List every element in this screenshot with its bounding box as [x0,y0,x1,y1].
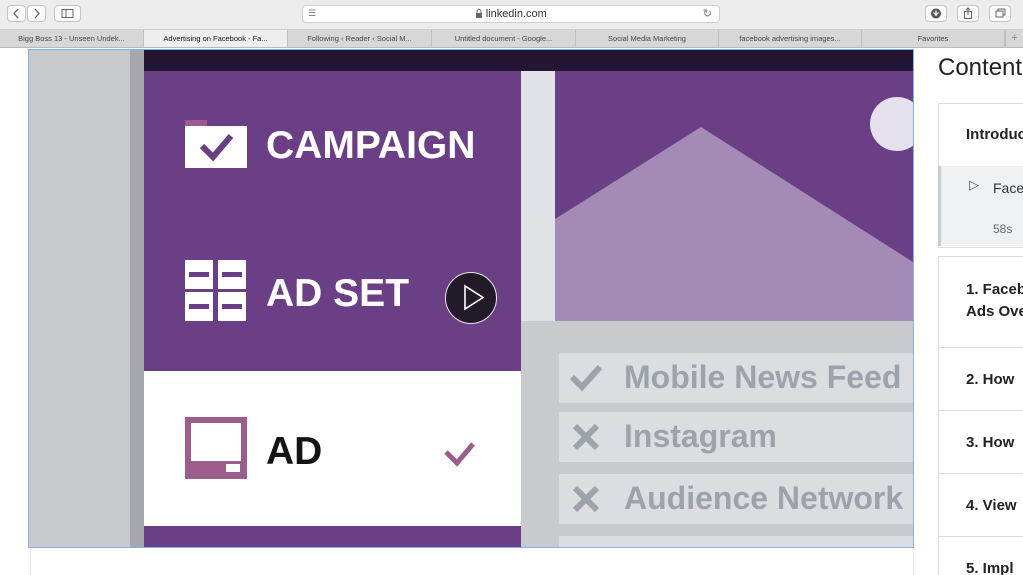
tab-bar: Bigg Boss 13 - Unseen Undek... Advertisi… [0,30,1023,48]
share-icon [964,7,972,19]
url-text: linkedin.com [303,8,719,20]
downloads-button[interactable] [925,5,947,22]
tabs-icon [995,8,1006,18]
tab-favorites[interactable]: Favorites [862,30,1005,47]
tab-following-reader[interactable]: Following ‹ Reader ‹ Social M... [288,30,432,47]
placement-audience-network: Audience Network [624,480,904,516]
page-content: CAMPAIGN AD SET AD Mobile News Feed Inst… [0,48,1023,575]
section-5[interactable]: 5. Impl [938,536,1023,575]
section-title: Introduction [966,126,1023,143]
placement-mobile-news-feed: Mobile News Feed [624,359,902,395]
section-3[interactable]: 3. How [938,410,1023,474]
campaign-label: CAMPAIGN [266,124,476,167]
chevron-left-icon [13,8,19,19]
ad-set-label: AD SET [266,272,410,315]
back-button[interactable] [7,5,26,22]
section-title: 2. How [966,371,1015,388]
section-1[interactable]: 1. Facebook Ads Overview [938,256,1023,348]
sidebar-toggle-button[interactable] [54,5,81,22]
section-title: 4. View [966,497,1017,514]
ad-monitor-icon [185,417,247,479]
play-button[interactable] [445,272,497,324]
reload-icon[interactable]: ↻ [703,7,712,20]
share-button[interactable] [957,5,979,22]
tab-bigg-boss[interactable]: Bigg Boss 13 - Unseen Undek... [0,30,144,47]
tab-facebook-advertising-images[interactable]: facebook advertising images... [719,30,862,47]
new-tab-button[interactable]: + [1005,30,1023,47]
browser-toolbar: ☰ linkedin.com ↻ [0,0,1023,30]
tab-advertising-on-facebook[interactable]: Advertising on Facebook - Fa... [144,30,288,47]
video-footer-area [30,548,914,575]
play-icon [464,284,485,311]
contents-sidebar: Contents Introduction ▷ Facebook ads dre… [938,48,1023,575]
placement-instagram: Instagram [624,418,777,454]
download-icon [931,8,941,19]
video-player[interactable]: CAMPAIGN AD SET AD Mobile News Feed Inst… [28,49,914,548]
contents-title: Contents [938,54,1023,81]
play-icon: ▷ [969,178,979,193]
current-video-item[interactable]: ▷ Facebook ads dream 58s [938,166,1023,246]
section-2[interactable]: 2. How [938,347,1023,411]
section-title: 3. How [966,434,1015,451]
address-bar[interactable]: ☰ linkedin.com ↻ [302,5,720,23]
forward-button[interactable] [27,5,46,22]
section-4[interactable]: 4. View [938,473,1023,537]
ad-label: AD [266,430,323,473]
section-title: 1. Facebook Ads Overview [966,281,1023,320]
tab-social-media-marketing[interactable]: Social Media Marketing [576,30,719,47]
campaign-folder-icon [185,120,247,168]
tabs-overview-button[interactable] [989,5,1011,22]
tab-untitled-document[interactable]: Untitled document - Google... [432,30,576,47]
lock-icon [475,9,486,19]
video-duration: 58s [993,222,1013,236]
sidebar-icon [61,9,74,18]
chevron-right-icon [34,8,40,19]
video-item-title: Facebook ads dream [993,180,1023,196]
url-label: linkedin.com [485,8,547,20]
section-title: 5. Impl [966,560,1014,575]
